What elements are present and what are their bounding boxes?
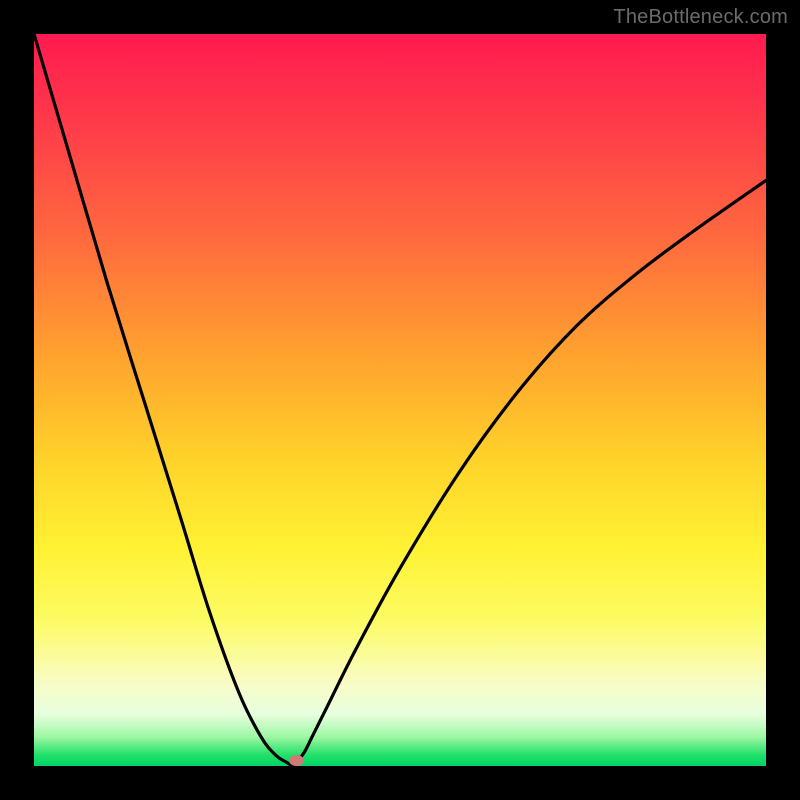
optimum-marker [289, 755, 304, 766]
watermark-text: TheBottleneck.com [613, 6, 788, 29]
bottleneck-curve [34, 34, 766, 766]
gradient-plot-area [34, 34, 766, 766]
chart-frame: TheBottleneck.com [0, 0, 800, 800]
